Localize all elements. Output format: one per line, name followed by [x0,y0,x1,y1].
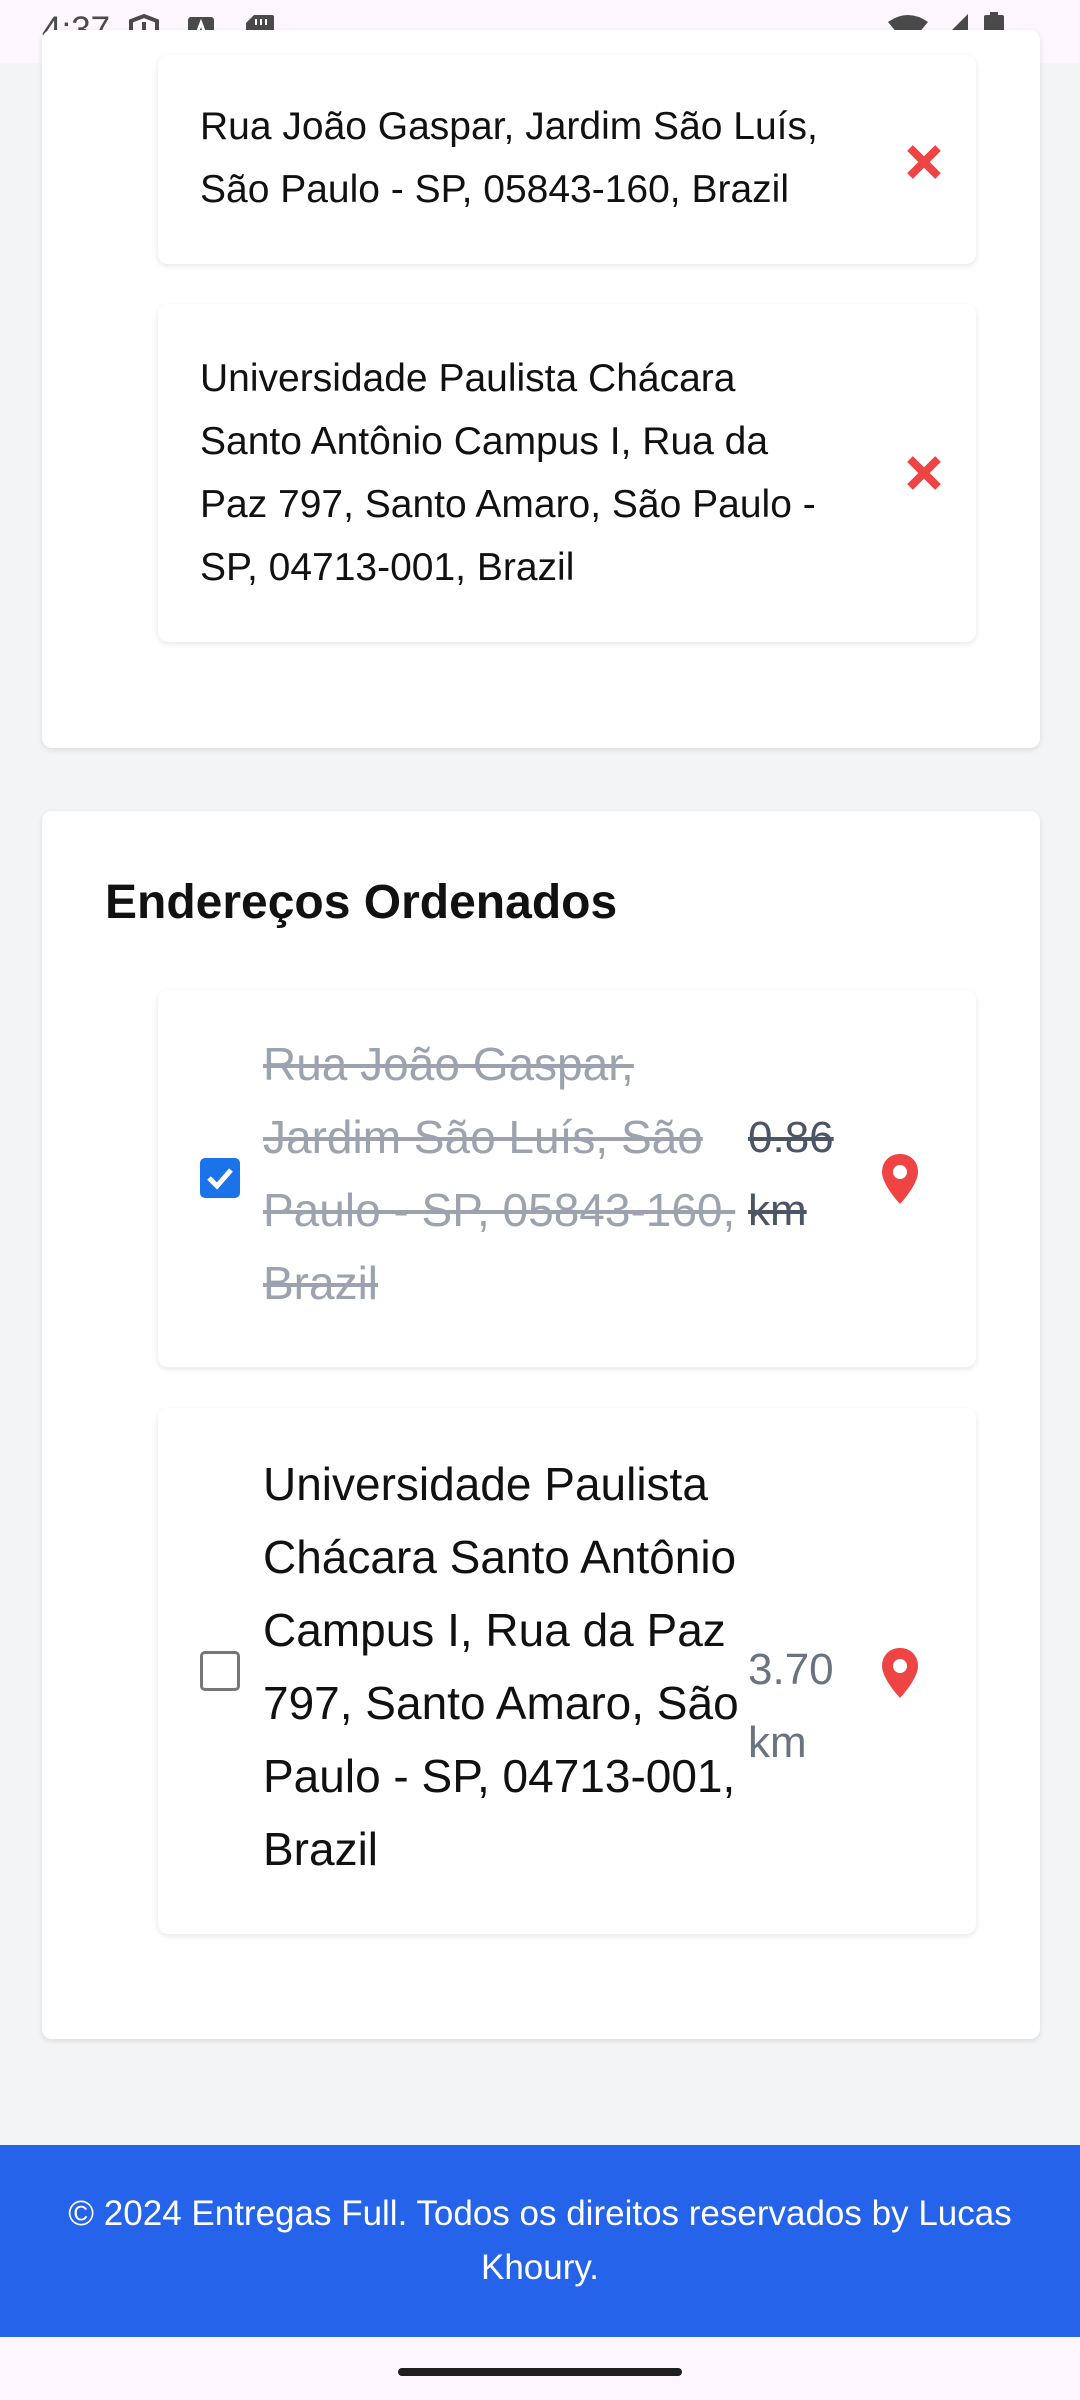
distance-unit: km [748,1186,807,1235]
address-line: São Paulo - SP, 05843-160, Brazil [200,168,789,211]
map-pin-icon[interactable] [880,1648,920,1698]
address-line: Universidade Paulista Chácara [200,357,736,400]
footer: © 2024 Entregas Full. Todos os direitos … [0,2145,1080,2337]
address-text: Rua João Gaspar, Jardim São Luís, São Pa… [200,95,818,221]
address-line: Jardim São Luís, São [263,1111,703,1163]
delivered-checkbox[interactable] [200,1651,240,1691]
distance-value: 3.70 [748,1645,834,1694]
address-line: Rua João Gaspar, Jardim São Luís, [200,105,818,148]
address-line: Paz 797, Santo Amaro, São Paulo - [200,483,816,526]
address-line: Campus I, Rua da Paz [263,1604,726,1656]
footer-line: Khoury. [480,2248,600,2287]
address-line: Brazil [263,1257,379,1309]
footer-line: © 2024 Entregas Full. Todos os direitos … [68,2194,1012,2233]
ordered-item: Rua João Gaspar, Jardim São Luís, São Pa… [158,990,976,1367]
close-icon[interactable] [904,142,944,182]
distance: 0.86 km [748,1101,858,1247]
check-icon [207,1168,233,1190]
ordered-item: Universidade Paulista Chácara Santo Antô… [158,1408,976,1934]
address-line: Paulo - SP, 04713-001, [263,1750,736,1802]
address-line: Universidade Paulista [263,1458,708,1510]
address-line: Santo Antônio Campus I, Rua da [200,420,769,463]
delivered-checkbox[interactable] [200,1158,240,1198]
distance-unit: km [748,1718,807,1767]
address-line: Paulo - SP, 05843-160, [263,1184,736,1236]
ordered-address: Rua João Gaspar, Jardim São Luís, São Pa… [263,1028,743,1320]
address-line: Chácara Santo Antônio [263,1531,737,1583]
map-pin-icon[interactable] [880,1154,920,1204]
distance-value: 0.86 [748,1113,834,1162]
home-indicator[interactable] [398,2368,682,2376]
close-icon[interactable] [904,453,944,493]
distance: 3.70 km [748,1633,858,1779]
address-line: 797, Santo Amaro, São [263,1677,739,1729]
address-line: Brazil [263,1823,379,1875]
address-item: Universidade Paulista Chácara Santo Antô… [158,304,976,642]
address-text: Universidade Paulista Chácara Santo Antô… [200,347,816,599]
address-item: Rua João Gaspar, Jardim São Luís, São Pa… [158,55,976,264]
footer-text: © 2024 Entregas Full. Todos os direitos … [40,2187,1040,2295]
address-line: SP, 04713-001, Brazil [200,546,575,589]
address-line: Rua João Gaspar, [263,1038,634,1090]
section-title: Endereços Ordenados [105,876,618,929]
ordered-address: Universidade Paulista Chácara Santo Antô… [263,1448,743,1886]
